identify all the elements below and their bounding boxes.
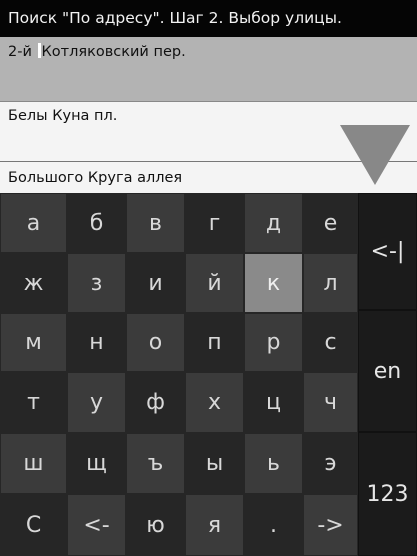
street-input-field[interactable]: 2-й Котляковский пер. bbox=[0, 37, 417, 101]
key-5-5[interactable]: -> bbox=[303, 494, 358, 556]
key-5-4[interactable]: . bbox=[244, 494, 303, 556]
key-4-5[interactable]: э bbox=[303, 433, 358, 494]
scroll-down-button[interactable] bbox=[338, 125, 412, 189]
key-2-2[interactable]: о bbox=[126, 313, 185, 372]
list-item-label: Большого Круга аллея bbox=[8, 170, 183, 186]
key-0-5[interactable]: е bbox=[303, 193, 358, 253]
street-input-text: 2-й Котляковский пер. bbox=[8, 43, 186, 60]
key-3-5[interactable]: ч bbox=[303, 372, 358, 433]
key-1-2[interactable]: и bbox=[126, 253, 185, 313]
key-4-3[interactable]: ы bbox=[185, 433, 244, 494]
key-4-1[interactable]: щ bbox=[67, 433, 126, 494]
text-cursor bbox=[37, 43, 41, 58]
key-0-1[interactable]: б bbox=[67, 193, 126, 253]
input-text-after-cursor: Котляковский пер. bbox=[41, 44, 186, 60]
key-4-4[interactable]: ь bbox=[244, 433, 303, 494]
key-5-2[interactable]: ю bbox=[126, 494, 185, 556]
key-0-2[interactable]: в bbox=[126, 193, 185, 253]
key-1-0[interactable]: ж bbox=[0, 253, 67, 313]
key-5-0[interactable]: С bbox=[0, 494, 67, 556]
street-results-list: 2-й Котляковский пер. Белы Куна пл. Боль… bbox=[0, 37, 417, 193]
language-key[interactable]: en bbox=[358, 310, 417, 432]
key-3-1[interactable]: у bbox=[67, 372, 126, 433]
key-2-1[interactable]: н bbox=[67, 313, 126, 372]
key-3-3[interactable]: х bbox=[185, 372, 244, 433]
key-3-0[interactable]: т bbox=[0, 372, 67, 433]
key-2-5[interactable]: с bbox=[303, 313, 358, 372]
key-0-4[interactable]: д bbox=[244, 193, 303, 253]
triangle-down-icon bbox=[340, 125, 410, 185]
window-title: Поиск "По адресу". Шаг 2. Выбор улицы. bbox=[0, 0, 417, 37]
backspace-key[interactable]: <-| bbox=[358, 193, 417, 310]
input-text-before-cursor: 2-й bbox=[8, 44, 37, 60]
key-4-0[interactable]: ш bbox=[0, 433, 67, 494]
key-3-2[interactable]: ф bbox=[126, 372, 185, 433]
key-5-1[interactable]: <- bbox=[67, 494, 126, 556]
key-1-1[interactable]: з bbox=[67, 253, 126, 313]
key-0-0[interactable]: а bbox=[0, 193, 67, 253]
key-1-3[interactable]: й bbox=[185, 253, 244, 313]
on-screen-keyboard: а б в г д е ж з и й к л м н о п р с т у ф х ц ч ш щ ъ ы ь э С <- ю я. -> <… bbox=[0, 193, 417, 556]
key-4-2[interactable]: ъ bbox=[126, 433, 185, 494]
key-0-3[interactable]: г bbox=[185, 193, 244, 253]
numbers-key[interactable]: 123 bbox=[358, 432, 417, 556]
key-2-4[interactable]: р bbox=[244, 313, 303, 372]
key-1-4[interactable]: к bbox=[244, 253, 303, 313]
key-3-4[interactable]: ц bbox=[244, 372, 303, 433]
key-5-3[interactable]: я bbox=[185, 494, 244, 556]
key-2-3[interactable]: п bbox=[185, 313, 244, 372]
list-item-label: Белы Куна пл. bbox=[8, 108, 118, 124]
key-1-5[interactable]: л bbox=[303, 253, 358, 313]
key-2-0[interactable]: м bbox=[0, 313, 67, 372]
